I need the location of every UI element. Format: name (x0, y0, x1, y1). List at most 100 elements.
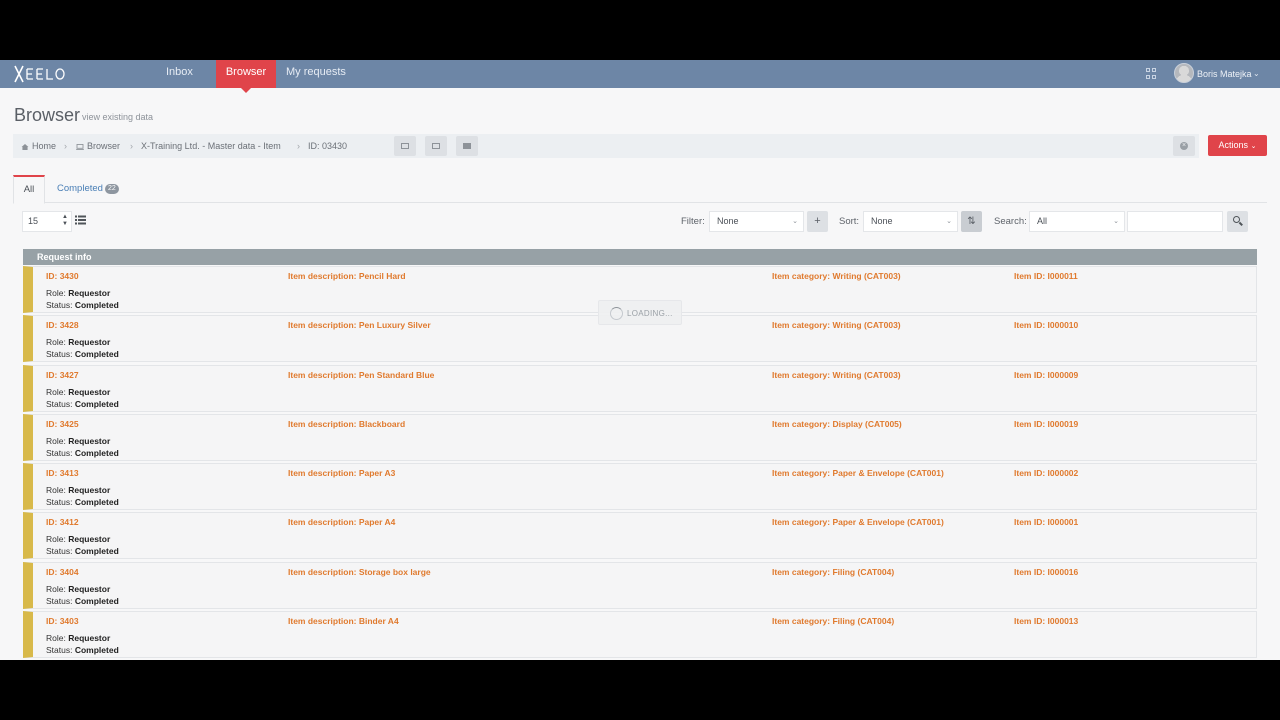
filter-label: Filter: (681, 216, 705, 227)
search-scope-value: All (1037, 216, 1048, 226)
request-status: Status: Completed (46, 546, 119, 557)
request-id[interactable]: ID: 3404 (46, 567, 79, 577)
item-description[interactable]: Item description: Pen Standard Blue (288, 370, 434, 380)
request-id[interactable]: ID: 3425 (46, 419, 79, 429)
item-category[interactable]: Item category: Writing (CAT003) (772, 271, 901, 281)
spinner-icon (610, 307, 623, 320)
tab-completed[interactable]: Completed 22 (57, 175, 119, 203)
breadcrumb: Home › Browser › X-Training Ltd. - Maste… (13, 134, 1199, 158)
brand-logo[interactable] (13, 63, 67, 85)
list-header: Request info (23, 249, 1257, 265)
print-button[interactable] (394, 136, 416, 156)
item-id[interactable]: Item ID: I000009 (1014, 370, 1078, 380)
search-scope-select[interactable]: All ⌄ (1029, 211, 1125, 232)
archive-icon (463, 143, 471, 149)
item-category[interactable]: Item category: Paper & Envelope (CAT001) (772, 468, 944, 478)
item-description[interactable]: Item description: Storage box large (288, 567, 431, 577)
list-item[interactable]: ID: 3412 Role: Requestor Status: Completed… (23, 512, 1257, 560)
list-item[interactable]: ID: 3413 Role: Requestor Status: Completed… (23, 463, 1257, 511)
breadcrumb-separator-icon: › (64, 141, 67, 151)
page-title: Browser (14, 105, 81, 125)
page-subtitle: view existing data (82, 112, 154, 122)
sort-direction-button[interactable]: ⇅ (961, 211, 982, 232)
user-avatar[interactable] (1174, 63, 1194, 83)
search-label: Search: (994, 216, 1027, 227)
breadcrumb-browser[interactable]: Browser (76, 134, 120, 158)
request-role: Role: Requestor (46, 337, 111, 348)
breadcrumb-home-label: Home (32, 141, 57, 151)
breadcrumb-separator-icon: › (130, 141, 133, 151)
nav-my-requests[interactable]: My requests (277, 60, 355, 88)
plus-icon: + (814, 215, 821, 227)
item-id[interactable]: Item ID: I000016 (1014, 567, 1078, 577)
item-category[interactable]: Item category: Paper & Envelope (CAT001) (772, 517, 944, 527)
tab-all[interactable]: All (13, 175, 45, 204)
chevron-down-icon: ⌄ (1250, 143, 1257, 150)
list-item[interactable]: ID: 3425 Role: Requestor Status: Completed… (23, 413, 1257, 461)
apps-grid-icon[interactable] (1146, 68, 1157, 79)
item-id[interactable]: Item ID: I000010 (1014, 320, 1078, 330)
list-item[interactable]: ID: 3403 Role: Requestor Status: Completed… (23, 611, 1257, 659)
item-id[interactable]: Item ID: I000002 (1014, 468, 1078, 478)
request-id[interactable]: ID: 3412 (46, 517, 79, 527)
request-status: Status: Completed (46, 595, 119, 606)
request-id[interactable]: ID: 3427 (46, 370, 79, 380)
stepper-arrows-icon: ▲ ▼ (62, 214, 68, 227)
breadcrumb-dataset[interactable]: X-Training Ltd. - Master data - Item (141, 134, 281, 158)
item-description[interactable]: Item description: Paper A4 (288, 517, 395, 527)
archive-button[interactable] (456, 136, 478, 156)
item-id[interactable]: Item ID: I000011 (1014, 271, 1078, 281)
view-button[interactable] (425, 136, 447, 156)
item-category[interactable]: Item category: Writing (CAT003) (772, 370, 901, 380)
request-role: Role: Requestor (46, 288, 111, 298)
item-description[interactable]: Item description: Binder A4 (288, 616, 399, 626)
breadcrumb-home[interactable]: Home (21, 134, 56, 158)
breadcrumb-browser-label: Browser (87, 141, 121, 151)
item-category[interactable]: Item category: Filing (CAT004) (772, 616, 894, 626)
nav-inbox[interactable]: Inbox (157, 60, 202, 88)
item-description[interactable]: Item description: Pen Luxury Silver (288, 320, 431, 330)
request-role: Role: Requestor (46, 435, 111, 446)
list-item[interactable]: ID: 3404 Role: Requestor Status: Completed… (23, 561, 1257, 609)
item-description[interactable]: Item description: Blackboard (288, 419, 405, 429)
request-id[interactable]: ID: 3430 (46, 271, 79, 281)
request-status: Status: Completed (46, 398, 119, 409)
page-size-value: 15 (28, 216, 39, 226)
list-view-icon[interactable] (75, 215, 86, 225)
request-role: Role: Requestor (46, 633, 111, 644)
search-button[interactable] (1227, 211, 1248, 232)
filter-select[interactable]: None ⌄ (709, 211, 804, 232)
chevron-down-icon[interactable]: ⌄ (1253, 69, 1260, 78)
sort-label: Sort: (839, 216, 860, 227)
xeelo-logo-icon (14, 65, 65, 83)
item-description[interactable]: Item description: Paper A3 (288, 468, 395, 478)
sort-select[interactable]: None ⌄ (863, 211, 958, 232)
item-id[interactable]: Item ID: I000019 (1014, 419, 1078, 429)
list-item[interactable]: ID: 3427 Role: Requestor Status: Completed… (23, 364, 1257, 412)
user-name[interactable]: Boris Matejka (1197, 60, 1252, 88)
request-status: Status: Completed (46, 447, 119, 458)
chevron-down-icon: ⌄ (946, 218, 952, 225)
top-nav-bar: Inbox Browser My requests Boris Matejka … (0, 60, 1280, 93)
page-size-select[interactable]: 15 ▲ ▼ (22, 211, 72, 232)
request-role: Role: Requestor (46, 386, 111, 397)
sort-direction-icon: ⇅ (967, 216, 976, 227)
request-id[interactable]: ID: 3403 (46, 616, 79, 626)
actions-button[interactable]: Actions ⌄ (1208, 135, 1267, 156)
nav-browser[interactable]: Browser (216, 60, 276, 93)
close-button[interactable]: × (1173, 136, 1195, 156)
sort-value: None (871, 216, 893, 226)
item-id[interactable]: Item ID: I000013 (1014, 616, 1078, 626)
request-id[interactable]: ID: 3428 (46, 320, 79, 330)
item-category[interactable]: Item category: Display (CAT005) (772, 419, 902, 429)
item-category[interactable]: Item category: Writing (CAT003) (772, 320, 901, 330)
add-filter-button[interactable]: + (807, 211, 828, 232)
search-input[interactable] (1127, 211, 1223, 232)
item-category[interactable]: Item category: Filing (CAT004) (772, 567, 894, 577)
request-role: Role: Requestor (46, 583, 111, 594)
request-status: Status: Completed (46, 645, 119, 656)
item-id[interactable]: Item ID: I000001 (1014, 517, 1078, 527)
item-description[interactable]: Item description: Pencil Hard (288, 271, 406, 281)
request-id[interactable]: ID: 3413 (46, 468, 79, 478)
loading-text: LOADING... (627, 309, 673, 318)
